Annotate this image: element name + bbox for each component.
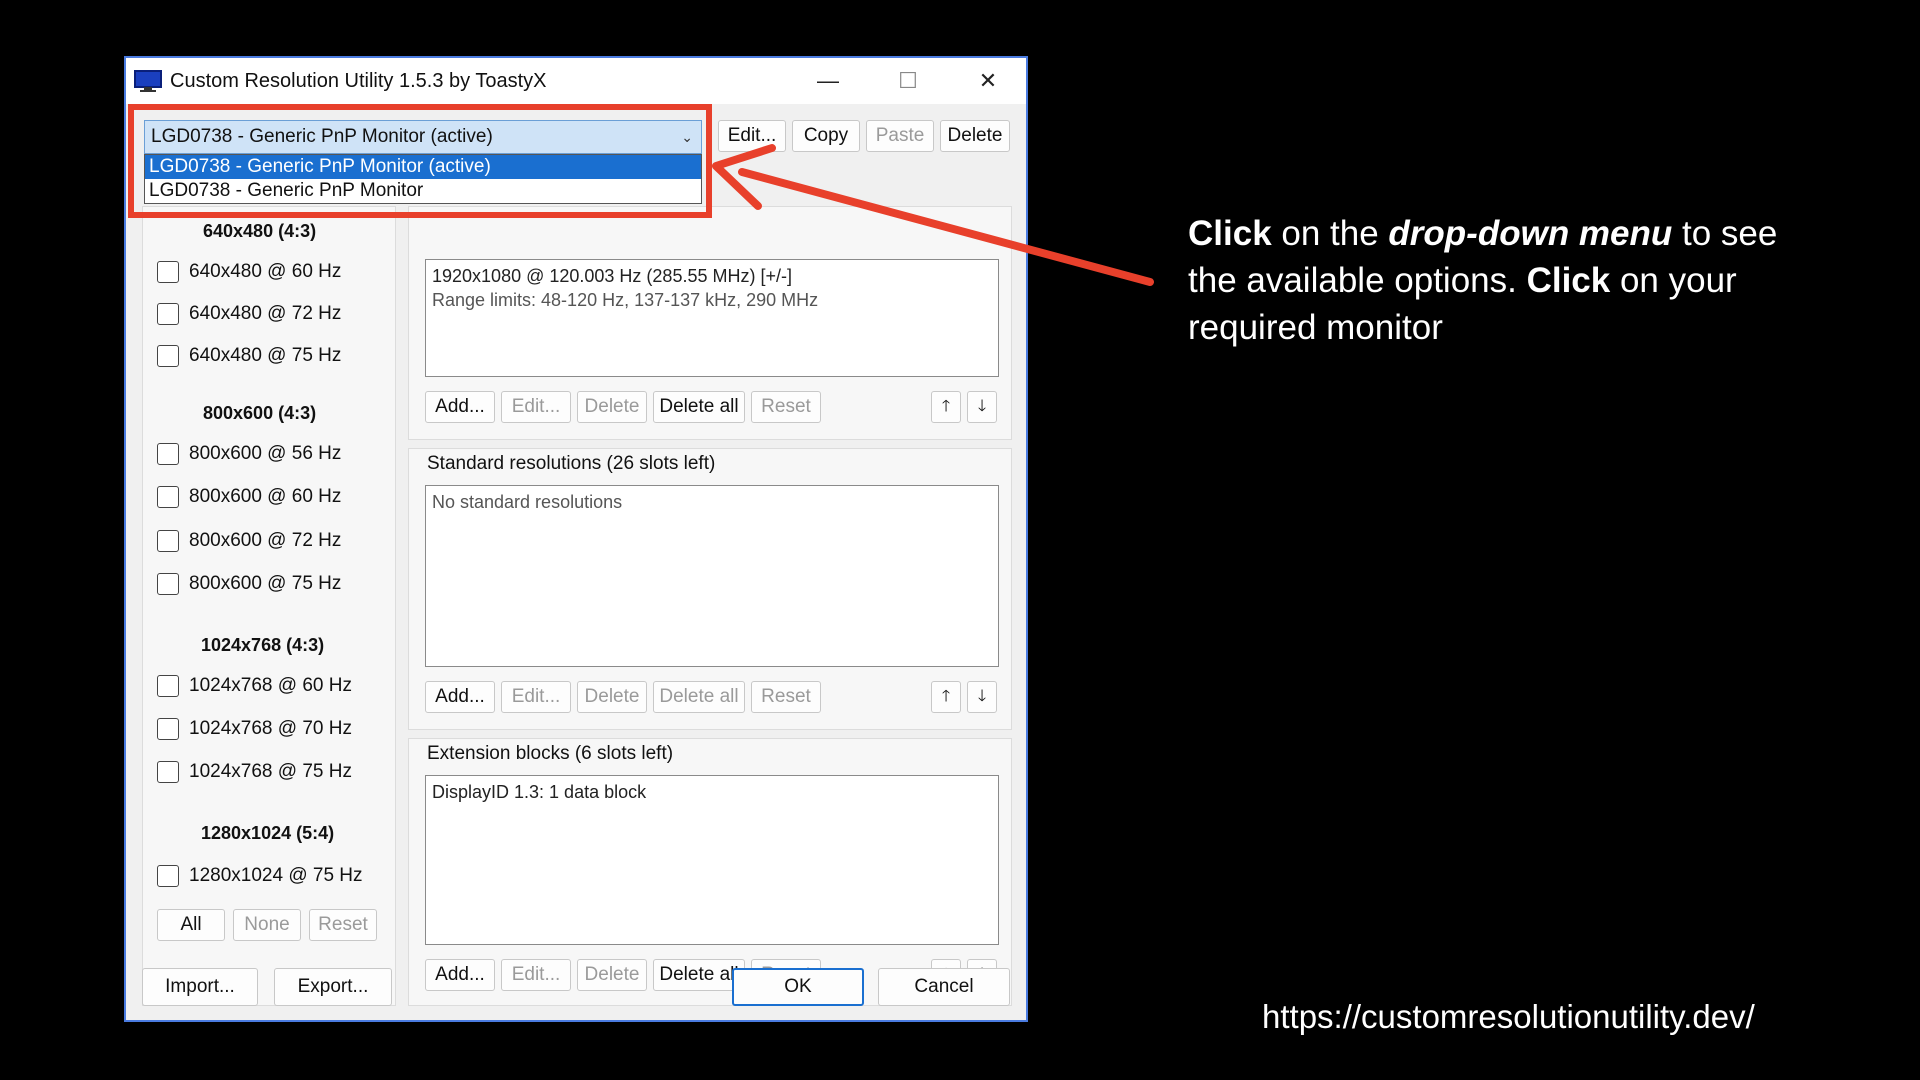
pointer-arrow-icon [712,144,1154,286]
